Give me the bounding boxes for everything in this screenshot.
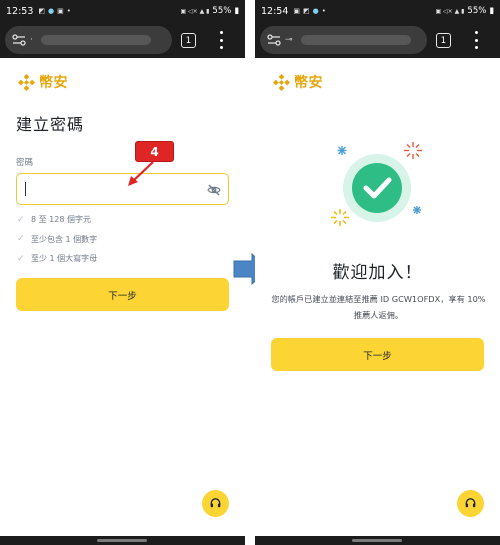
binance-diamond-icon — [273, 73, 290, 91]
step-badge: 4 — [135, 141, 174, 162]
settings-sliders-icon[interactable] — [12, 31, 26, 50]
next-button[interactable]: 下一步 — [16, 278, 229, 311]
rule-item: ✓ 8 至 128 個字元 — [17, 210, 97, 230]
password-field[interactable] — [16, 173, 229, 205]
binance-logo: 幣安 — [18, 72, 68, 92]
welcome-description: 您的帳戶已建立並連結至推薦 ID GCW1OFDX，享有 10% 推薦人返佣。 — [271, 294, 486, 320]
logo-text: 幣安 — [39, 75, 68, 91]
binance-logo: 幣安 — [273, 72, 323, 92]
headset-icon[interactable] — [202, 490, 229, 517]
check-icon: ✓ — [17, 214, 25, 225]
browser-toolbar: · 1 — [0, 22, 245, 58]
check-icon: ✓ — [17, 234, 25, 245]
battery-level: 55% — [212, 6, 232, 16]
tab-switcher-button[interactable]: 1 — [181, 33, 196, 48]
logo-text: 幣安 — [294, 75, 323, 91]
success-check-icon — [331, 142, 422, 226]
signal-icons: ▣ ◁× ▲ ▮ — [435, 7, 465, 15]
check-icon: ✓ — [17, 253, 25, 264]
address-bar[interactable]: · — [5, 26, 172, 54]
browser-menu-icon[interactable] — [218, 31, 224, 49]
rule-text: 至少 1 個大寫字母 — [31, 254, 98, 264]
address-bar[interactable]: ⊸ — [260, 26, 427, 54]
browser-menu-icon[interactable] — [473, 31, 479, 49]
url-redacted — [40, 35, 151, 45]
sparkle-icon — [337, 146, 347, 155]
page-content: 幣安 歡迎加入！ 您的帳戶已建立並連結至推薦 ID GCW1OFDX，享有 10… — [255, 58, 500, 545]
binance-diamond-icon — [18, 73, 35, 91]
status-bar: 12:54 ▣ ◩ ● • ▣ ◁× ▲ ▮ 55% ▮ — [255, 0, 500, 22]
status-time: 12:54 — [261, 5, 289, 17]
status-right: ▣ ◁× ▲ ▮ 55% ▮ — [435, 6, 494, 16]
tab-switcher-button[interactable]: 1 — [436, 33, 451, 48]
welcome-title: 歡迎加入！ — [332, 263, 423, 283]
battery-level: 55% — [467, 6, 487, 16]
system-nav-bar — [0, 536, 245, 545]
notification-icons: ◩ ● ▣ • — [38, 7, 71, 15]
home-gesture-bar[interactable] — [97, 539, 147, 542]
screen-create-password: 12:53 ◩ ● ▣ • ▣ ◁× ▲ ▮ 55% ▮ · 1 幣安 建立密碼… — [0, 0, 245, 545]
password-rules: ✓ 8 至 128 個字元 ✓ 至少包含 1 個數字 ✓ 至少 1 個大寫字母 — [17, 210, 97, 269]
next-button[interactable]: 下一步 — [271, 338, 484, 371]
text-caret — [25, 182, 27, 196]
screen-welcome: 12:54 ▣ ◩ ● • ▣ ◁× ▲ ▮ 55% ▮ ⊸ 1 幣安 歡迎加入… — [255, 0, 500, 545]
annotation-arrow-icon — [128, 161, 154, 186]
system-nav-bar — [255, 536, 500, 545]
notification-icons: ▣ ◩ ● • — [293, 7, 326, 15]
battery-icon: ▮ — [489, 6, 494, 16]
url-redacted — [300, 35, 411, 45]
key-icon: ⊸ — [285, 35, 293, 45]
password-label: 密碼 — [16, 158, 34, 168]
page-content: 幣安 建立密碼 密碼 ✓ 8 至 128 個字元 ✓ 至少包含 1 個數字 ✓ 至少 … — [0, 58, 245, 545]
rule-item: ✓ 至少 1 個大寫字母 — [17, 249, 97, 269]
eye-off-icon[interactable] — [207, 182, 221, 201]
status-right: ▣ ◁× ▲ ▮ 55% ▮ — [180, 6, 239, 16]
status-time: 12:53 — [6, 5, 34, 17]
headset-icon[interactable] — [457, 490, 484, 517]
url-dot: · — [30, 35, 33, 45]
status-bar: 12:53 ◩ ● ▣ • ▣ ◁× ▲ ▮ 55% ▮ — [0, 0, 245, 22]
browser-toolbar: ⊸ 1 — [255, 22, 500, 58]
settings-sliders-icon[interactable] — [267, 31, 281, 50]
rule-item: ✓ 至少包含 1 個數字 — [17, 230, 97, 250]
rule-text: 至少包含 1 個數字 — [31, 234, 98, 244]
signal-icons: ▣ ◁× ▲ ▮ — [180, 7, 210, 15]
rule-text: 8 至 128 個字元 — [31, 215, 91, 225]
home-gesture-bar[interactable] — [352, 539, 402, 542]
page-title: 建立密碼 — [16, 115, 85, 134]
battery-icon: ▮ — [234, 6, 239, 16]
